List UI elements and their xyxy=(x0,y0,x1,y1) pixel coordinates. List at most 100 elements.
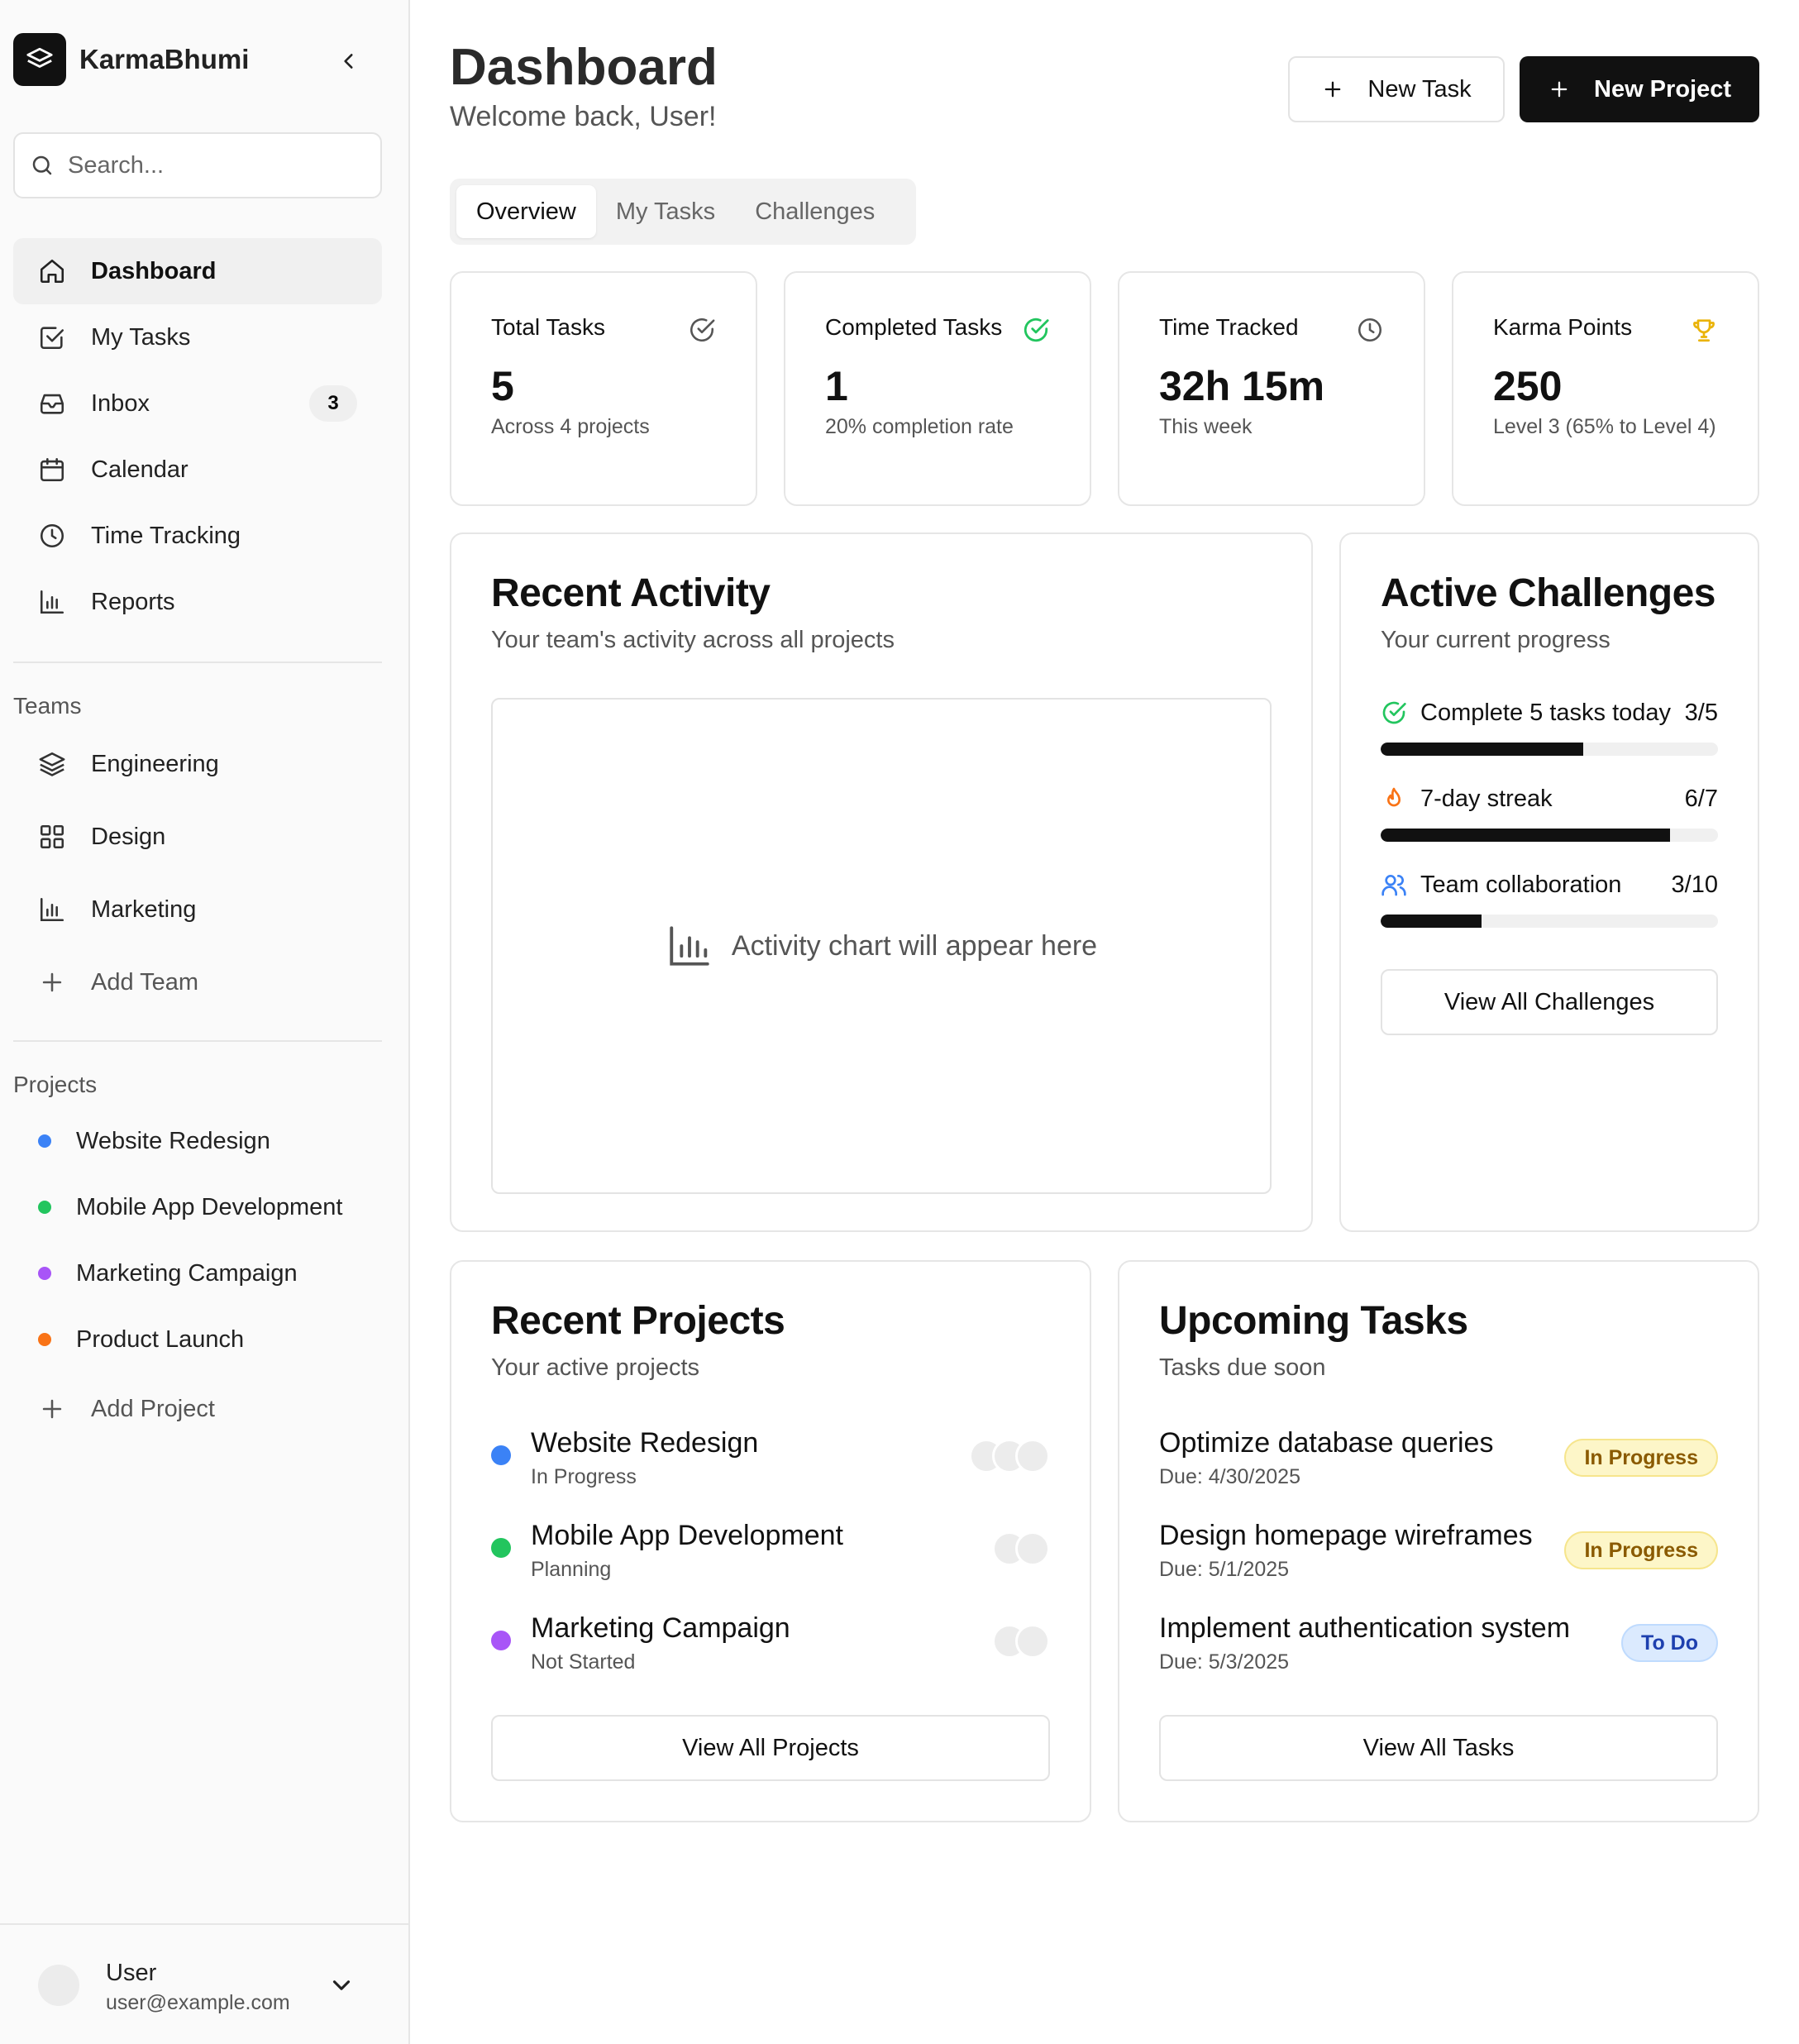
teams-heading: Teams xyxy=(13,693,82,719)
chevron-down-icon xyxy=(332,1980,351,1990)
view-all-challenges-button[interactable]: View All Challenges xyxy=(1381,969,1718,1035)
check-circle-icon xyxy=(1024,318,1049,342)
trophy-icon xyxy=(1693,319,1715,342)
brand[interactable]: KarmaBhumi xyxy=(13,33,249,86)
nav-item-reports[interactable]: Reports xyxy=(13,569,382,635)
card-title: Recent Projects xyxy=(491,1299,785,1343)
challenge-label: 7-day streak xyxy=(1420,785,1553,812)
project-name: Website Redesign xyxy=(531,1427,759,1459)
list-item[interactable]: Implement authentication system Due: 5/3… xyxy=(1159,1612,1718,1679)
stat-title: Time Tracked xyxy=(1159,314,1299,340)
layers-icon xyxy=(13,33,66,86)
team-label: Engineering xyxy=(91,750,219,777)
project-item-product-launch[interactable]: Product Launch xyxy=(13,1306,382,1373)
user-menu[interactable]: User user@example.com xyxy=(0,1923,408,2044)
clock-icon xyxy=(40,523,64,548)
project-name: Mobile App Development xyxy=(531,1520,844,1551)
app-name: KarmaBhumi xyxy=(79,44,250,74)
stat-card-karma-points: Karma Points 250 Level 3 (65% to Level 4… xyxy=(1452,271,1759,506)
nav-label: Time Tracking xyxy=(91,522,241,549)
new-task-button[interactable]: New Task xyxy=(1288,56,1505,122)
challenge-value: 3/5 xyxy=(1684,699,1718,726)
list-item[interactable]: Website Redesign In Progress xyxy=(491,1427,1050,1493)
stat-value: 32h 15m xyxy=(1159,363,1325,409)
list-item[interactable]: Marketing Campaign Not Started xyxy=(491,1612,1050,1679)
plus-icon xyxy=(1325,81,1341,98)
stat-card-time-tracked: Time Tracked 32h 15m This week xyxy=(1118,271,1425,506)
card-title: Upcoming Tasks xyxy=(1159,1299,1468,1343)
team-label: Marketing xyxy=(91,895,197,923)
card-subtitle: Your team's activity across all projects xyxy=(491,627,895,653)
team-item-design[interactable]: Design xyxy=(13,800,382,873)
page-subtitle: Welcome back, User! xyxy=(450,101,717,132)
projects-heading: Projects xyxy=(13,1072,98,1097)
search-input[interactable] xyxy=(68,151,365,179)
bar-chart-icon xyxy=(40,590,64,614)
divider xyxy=(13,1040,382,1042)
list-item[interactable]: Optimize database queries Due: 4/30/2025… xyxy=(1159,1427,1718,1493)
teams-list: Engineering Design Marketing Add Team xyxy=(13,728,382,1019)
progress-fill xyxy=(1381,915,1482,928)
nav-label: Calendar xyxy=(91,456,188,483)
tab-my-tasks[interactable]: My Tasks xyxy=(596,185,735,238)
view-all-projects-button[interactable]: View All Projects xyxy=(491,1715,1050,1781)
progress-track xyxy=(1381,829,1718,842)
nav-label: Reports xyxy=(91,588,175,615)
stat-card-total-tasks: Total Tasks 5 Across 4 projects xyxy=(450,271,757,506)
list-item[interactable]: Design homepage wireframes Due: 5/1/2025… xyxy=(1159,1520,1718,1586)
project-item-mobile-app[interactable]: Mobile App Development xyxy=(13,1174,382,1240)
team-label: Design xyxy=(91,823,166,850)
project-status: Planning xyxy=(531,1558,612,1581)
nav-item-inbox[interactable]: Inbox 3 xyxy=(13,370,382,437)
challenge-label: Team collaboration xyxy=(1420,871,1622,898)
add-team-button[interactable]: Add Team xyxy=(13,946,382,1019)
project-name: Marketing Campaign xyxy=(531,1612,790,1644)
project-item-website-redesign[interactable]: Website Redesign xyxy=(13,1108,382,1174)
search-box[interactable] xyxy=(13,132,382,198)
new-project-button[interactable]: New Project xyxy=(1520,56,1759,122)
card-title: Recent Activity xyxy=(491,571,771,615)
home-icon xyxy=(40,259,64,284)
avatar xyxy=(1015,1439,1050,1473)
user-email: user@example.com xyxy=(106,1991,290,2014)
view-all-tasks-button[interactable]: View All Tasks xyxy=(1159,1715,1718,1781)
task-due-date: Due: 5/3/2025 xyxy=(1159,1650,1290,1674)
project-item-marketing-campaign[interactable]: Marketing Campaign xyxy=(13,1240,382,1306)
nav-item-time-tracking[interactable]: Time Tracking xyxy=(13,503,382,569)
chevron-left-icon xyxy=(344,54,353,69)
add-project-button[interactable]: Add Project xyxy=(13,1373,382,1445)
task-name: Optimize database queries xyxy=(1159,1427,1494,1459)
list-item[interactable]: Mobile App Development Planning xyxy=(491,1520,1050,1586)
nav-label: Dashboard xyxy=(91,257,217,284)
status-badge: To Do xyxy=(1621,1624,1718,1662)
stat-value: 1 xyxy=(825,363,848,409)
task-due-date: Due: 5/1/2025 xyxy=(1159,1558,1290,1581)
nav-item-dashboard[interactable]: Dashboard xyxy=(13,238,382,304)
nav-label: Inbox xyxy=(91,389,150,417)
team-item-engineering[interactable]: Engineering xyxy=(13,728,382,800)
stat-title: Karma Points xyxy=(1493,314,1633,340)
status-badge: In Progress xyxy=(1564,1531,1718,1569)
stat-value: 5 xyxy=(491,363,514,409)
member-avatars xyxy=(969,1439,1050,1473)
activity-chart-placeholder: Activity chart will appear here xyxy=(491,698,1272,1194)
nav-item-my-tasks[interactable]: My Tasks xyxy=(13,304,382,370)
tab-overview[interactable]: Overview xyxy=(456,185,596,238)
tab-challenges[interactable]: Challenges xyxy=(735,185,895,238)
member-avatars xyxy=(992,1624,1050,1659)
team-item-marketing[interactable]: Marketing xyxy=(13,873,382,946)
main-nav: Dashboard My Tasks Inbox 3 Calendar Time… xyxy=(13,238,382,635)
progress-track xyxy=(1381,915,1718,928)
flame-icon xyxy=(1387,787,1401,807)
check-circle-icon xyxy=(690,318,715,342)
layers-icon xyxy=(39,752,65,776)
stat-subtext: This week xyxy=(1159,415,1253,438)
collapse-sidebar-button[interactable] xyxy=(331,43,367,79)
nav-item-calendar[interactable]: Calendar xyxy=(13,437,382,503)
member-avatars xyxy=(992,1531,1050,1566)
grid-icon xyxy=(40,824,64,849)
card-subtitle: Tasks due soon xyxy=(1159,1354,1326,1381)
recent-activity-card: Recent Activity Your team's activity acr… xyxy=(450,532,1313,1232)
active-challenges-card: Active Challenges Your current progress … xyxy=(1339,532,1759,1232)
users-icon xyxy=(1381,875,1406,896)
